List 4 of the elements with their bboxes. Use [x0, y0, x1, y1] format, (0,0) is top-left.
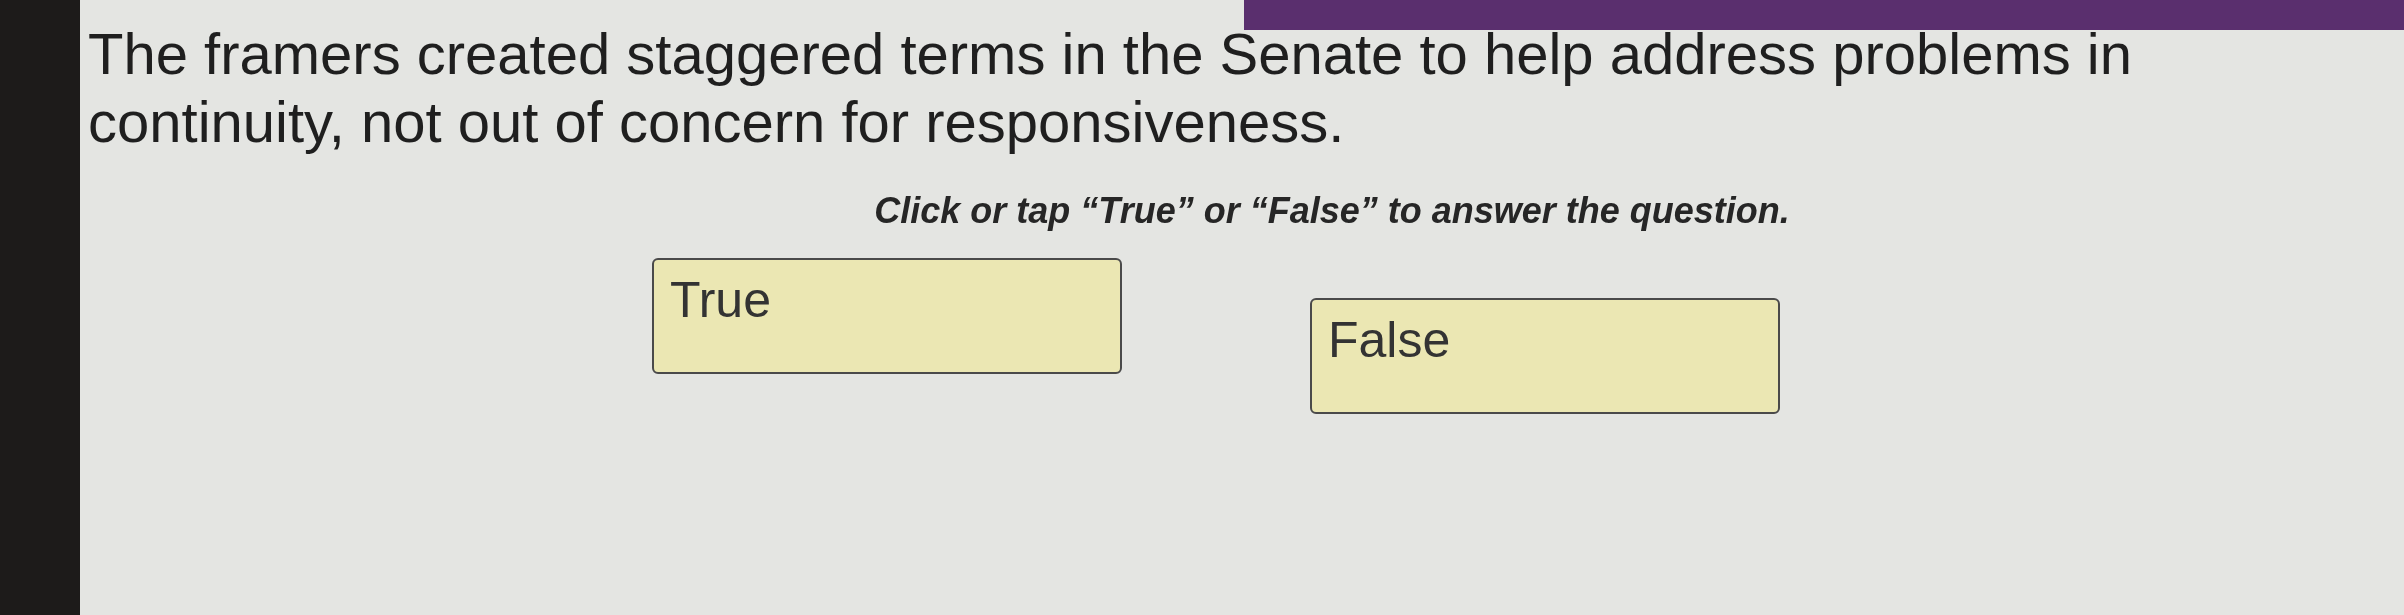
answer-button[interactable]: False	[1310, 298, 1780, 414]
question-text: The framers created staggered terms in the Senate to help address problems in continuity, not out of concern for responsiveness.	[88, 20, 2133, 156]
instruction-text: Click or tap “True” or “False” to answer the question.	[874, 189, 1790, 233]
answer-button[interactable]: True	[652, 258, 1122, 374]
